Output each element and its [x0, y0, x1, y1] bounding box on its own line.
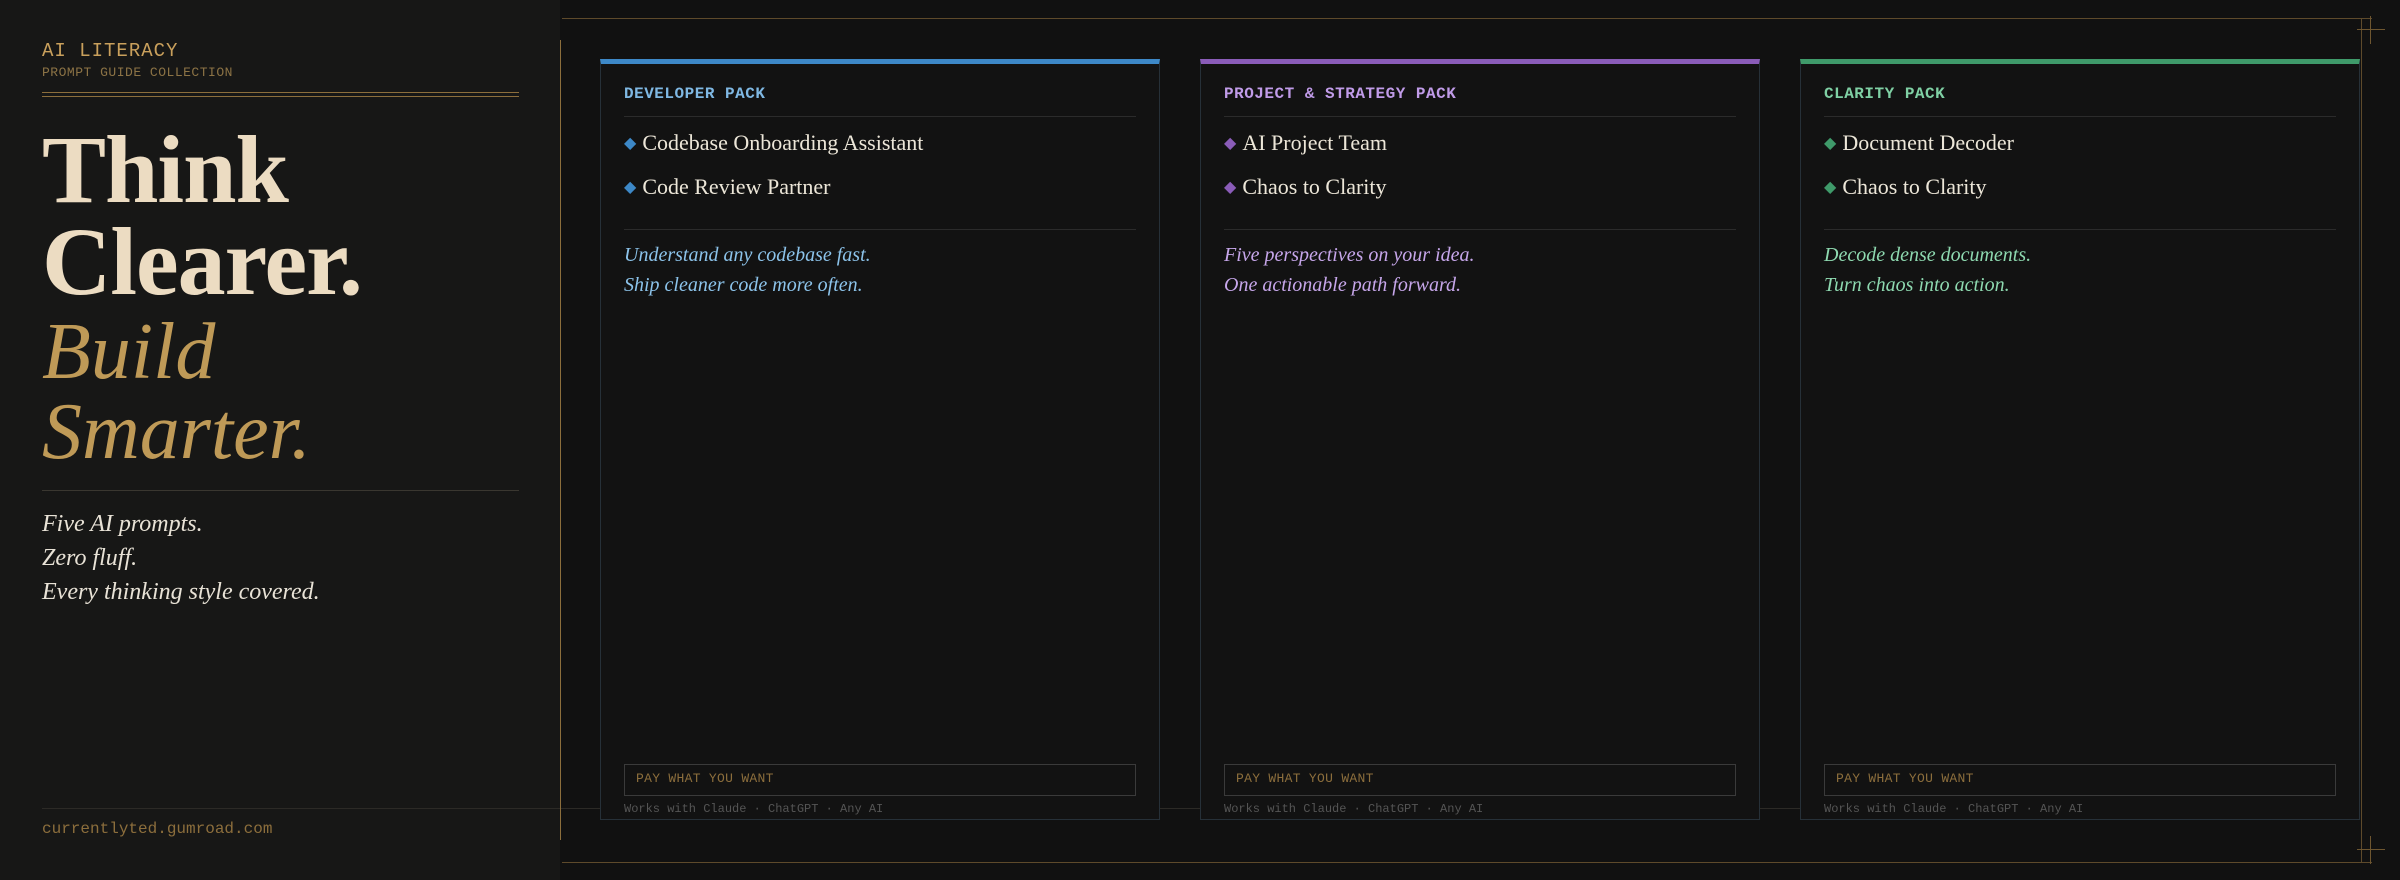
card-project-strategy-pack: PROJECT & STRATEGY PACK ◆ AI Project Team… — [1200, 59, 1760, 820]
diamond-icon: ◆ — [624, 135, 637, 152]
list-item: ◆ Document Decoder — [1824, 130, 2014, 156]
card-description: Decode dense documents. — [1824, 244, 2032, 266]
item-label: Codebase Onboarding Assistant — [642, 130, 924, 155]
headline-line: Think — [42, 116, 289, 223]
card-description: One actionable path forward. — [1224, 274, 1462, 296]
compat-note: Works with Claude · ChatGPT · Any AI — [624, 802, 884, 816]
divider — [42, 96, 519, 97]
card-title: CLARITY PACK — [1824, 85, 1946, 103]
tagline-line: Zero fluff. — [42, 545, 138, 571]
diamond-icon: ◆ — [1224, 179, 1237, 196]
diamond-icon: ◆ — [624, 179, 637, 196]
divider — [624, 116, 1136, 117]
item-label: Code Review Partner — [642, 174, 831, 199]
compat-note: Works with Claude · ChatGPT · Any AI — [1224, 802, 1484, 816]
list-item: ◆ AI Project Team — [1224, 130, 1387, 156]
headline-line: Clearer. — [42, 208, 363, 315]
tagline-line: Five AI prompts. — [42, 511, 203, 537]
headline-italic: Build Smarter. — [42, 312, 311, 472]
divider — [560, 40, 561, 840]
card-description: Ship cleaner code more often. — [624, 274, 863, 296]
tagline-line: Every thinking style covered. — [42, 579, 320, 605]
left-panel: AI LITERACY PROMPT GUIDE COLLECTION Thin… — [0, 0, 560, 880]
headline-bold: Think Clearer. — [42, 116, 363, 315]
card-developer-pack: DEVELOPER PACK ◆ Codebase Onboarding Assi… — [600, 59, 1160, 820]
divider — [42, 92, 519, 93]
diamond-icon: ◆ — [1824, 135, 1837, 152]
crosshair-icon — [2357, 836, 2385, 864]
frame-border — [2361, 18, 2362, 863]
item-label: Document Decoder — [1842, 130, 2014, 155]
list-item: ◆ Chaos to Clarity — [1224, 174, 1387, 200]
card-clarity-pack: CLARITY PACK ◆ Document Decoder ◆ Chaos to… — [1800, 59, 2360, 820]
store-link[interactable]: currentlyted.gumroad.com — [42, 820, 272, 838]
divider — [1224, 229, 1736, 230]
brand-title: AI LITERACY — [42, 40, 179, 62]
item-label: Chaos to Clarity — [1842, 174, 1987, 199]
item-label: Chaos to Clarity — [1242, 174, 1387, 199]
pay-button[interactable]: PAY WHAT YOU WANT — [1824, 764, 2336, 796]
compat-note: Works with Claude · ChatGPT · Any AI — [1824, 802, 2084, 816]
card-description: Understand any codebase fast. — [624, 244, 871, 266]
divider — [1824, 116, 2336, 117]
card-description: Five perspectives on your idea. — [1224, 244, 1475, 266]
pay-button[interactable]: PAY WHAT YOU WANT — [624, 764, 1136, 796]
card-title: PROJECT & STRATEGY PACK — [1224, 85, 1457, 103]
card-title: DEVELOPER PACK — [624, 85, 766, 103]
frame-border — [562, 862, 2372, 863]
divider — [42, 490, 519, 491]
diamond-icon: ◆ — [1824, 179, 1837, 196]
tagline: Five AI prompts. Zero fluff. Every think… — [42, 507, 320, 609]
crosshair-icon — [2357, 16, 2385, 44]
card-description: Turn chaos into action. — [1824, 274, 2010, 296]
brand-subtitle: PROMPT GUIDE COLLECTION — [42, 65, 233, 80]
divider — [1224, 116, 1736, 117]
list-item: ◆ Chaos to Clarity — [1824, 174, 1987, 200]
frame-border — [562, 18, 2372, 19]
item-label: AI Project Team — [1242, 130, 1387, 155]
list-item: ◆ Codebase Onboarding Assistant — [624, 130, 923, 156]
divider — [1824, 229, 2336, 230]
headline-line: Build — [42, 308, 216, 396]
diamond-icon: ◆ — [1224, 135, 1237, 152]
list-item: ◆ Code Review Partner — [624, 174, 830, 200]
divider — [624, 229, 1136, 230]
headline-line: Smarter. — [42, 388, 311, 476]
pay-button[interactable]: PAY WHAT YOU WANT — [1224, 764, 1736, 796]
